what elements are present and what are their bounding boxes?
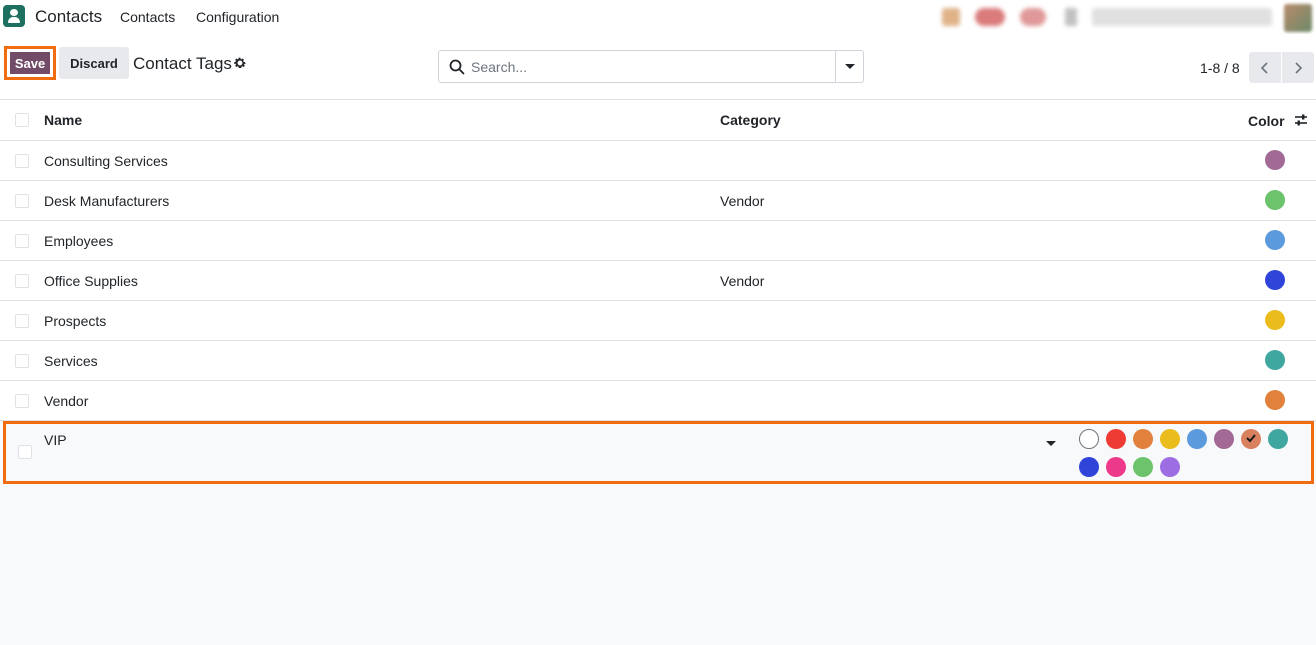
tag-name: Prospects	[44, 313, 107, 329]
checkmark-icon	[1246, 434, 1256, 443]
row-checkbox[interactable]	[15, 274, 29, 288]
tag-name: Consulting Services	[44, 153, 168, 169]
color-swatch[interactable]	[1214, 429, 1234, 449]
pager-next-button[interactable]	[1282, 52, 1314, 83]
color-swatch[interactable]	[1160, 429, 1180, 449]
tag-color-dot	[1265, 390, 1285, 410]
table-header: Name Category Color	[0, 100, 1316, 141]
contacts-app-icon[interactable]	[3, 5, 25, 27]
tag-color-dot	[1265, 190, 1285, 210]
chevron-left-icon	[1260, 61, 1268, 74]
tag-name: Employees	[44, 233, 114, 249]
save-button-highlight: Save	[4, 46, 56, 80]
color-swatch[interactable]	[1106, 429, 1126, 449]
tag-color-dot	[1265, 150, 1285, 170]
color-swatch[interactable]	[1241, 429, 1261, 449]
pager-previous-button[interactable]	[1249, 52, 1281, 83]
optional-columns-icon[interactable]	[1294, 113, 1308, 127]
row-checkbox[interactable]	[15, 194, 29, 208]
top-navbar: Contacts Contacts Configuration	[0, 0, 1316, 34]
user-avatar[interactable]	[1284, 4, 1312, 32]
color-swatch-none[interactable]	[1079, 429, 1099, 449]
save-button[interactable]: Save	[10, 52, 50, 74]
color-swatch[interactable]	[1133, 429, 1153, 449]
switch-company-icon[interactable]	[1065, 8, 1077, 26]
row-checkbox[interactable]	[18, 445, 32, 459]
search-icon	[449, 59, 465, 75]
editing-row[interactable]: VIP	[3, 421, 1314, 484]
table-row[interactable]: Desk Manufacturers Vendor	[0, 181, 1316, 221]
table-row[interactable]: Consulting Services	[0, 141, 1316, 181]
app-name[interactable]: Contacts	[35, 7, 102, 27]
row-checkbox[interactable]	[15, 394, 29, 408]
tag-name: Services	[44, 353, 98, 369]
row-checkbox[interactable]	[15, 354, 29, 368]
activity-icon[interactable]	[942, 8, 960, 26]
color-swatch[interactable]	[1133, 457, 1153, 477]
tag-name: Vendor	[44, 393, 89, 409]
search-options-toggle[interactable]	[835, 51, 864, 82]
color-swatch[interactable]	[1268, 429, 1288, 449]
caret-down-icon	[845, 64, 855, 69]
chevron-right-icon	[1295, 61, 1303, 74]
tag-name-input[interactable]: VIP	[44, 432, 67, 448]
messages-icon[interactable]	[975, 8, 1005, 26]
column-header-category[interactable]: Category	[720, 112, 781, 128]
company-switcher[interactable]	[1092, 8, 1272, 26]
column-header-color[interactable]: Color	[1248, 113, 1285, 129]
color-swatch[interactable]	[1160, 457, 1180, 477]
menu-configuration[interactable]: Configuration	[196, 9, 279, 25]
table-row[interactable]: Vendor	[0, 381, 1316, 421]
tag-category: Vendor	[720, 193, 765, 209]
row-checkbox[interactable]	[15, 314, 29, 328]
pager-value[interactable]: 1-8 / 8	[1200, 60, 1240, 76]
clock-icon[interactable]	[1020, 8, 1046, 26]
color-swatch[interactable]	[1079, 457, 1099, 477]
tag-color-dot	[1265, 310, 1285, 330]
search-input[interactable]	[471, 57, 831, 77]
category-dropdown-caret-icon[interactable]	[1046, 441, 1056, 446]
color-swatch[interactable]	[1106, 457, 1126, 477]
table-row[interactable]: Office Supplies Vendor	[0, 261, 1316, 301]
tag-color-dot	[1265, 230, 1285, 250]
color-swatch[interactable]	[1187, 429, 1207, 449]
table-row[interactable]: Employees	[0, 221, 1316, 261]
page-title: Contact Tags	[133, 54, 232, 73]
tag-name: Office Supplies	[44, 273, 138, 289]
select-all-checkbox[interactable]	[15, 113, 29, 127]
row-checkbox[interactable]	[15, 234, 29, 248]
tag-name: Desk Manufacturers	[44, 193, 170, 209]
tag-color-dot	[1265, 270, 1285, 290]
table-row[interactable]: Prospects	[0, 301, 1316, 341]
discard-button[interactable]: Discard	[59, 47, 129, 79]
menu-contacts[interactable]: Contacts	[120, 9, 175, 25]
table-row[interactable]: Services	[0, 341, 1316, 381]
tag-category: Vendor	[720, 273, 765, 289]
tag-color-dot	[1265, 350, 1285, 370]
tags-list: Name Category Color Consulting Services …	[0, 100, 1316, 645]
control-panel: Save Discard Contact Tags 1-8 / 8	[0, 34, 1316, 100]
row-checkbox[interactable]	[15, 154, 29, 168]
column-header-name[interactable]: Name	[44, 112, 82, 128]
search-bar	[438, 50, 864, 83]
gear-icon[interactable]	[233, 56, 247, 70]
